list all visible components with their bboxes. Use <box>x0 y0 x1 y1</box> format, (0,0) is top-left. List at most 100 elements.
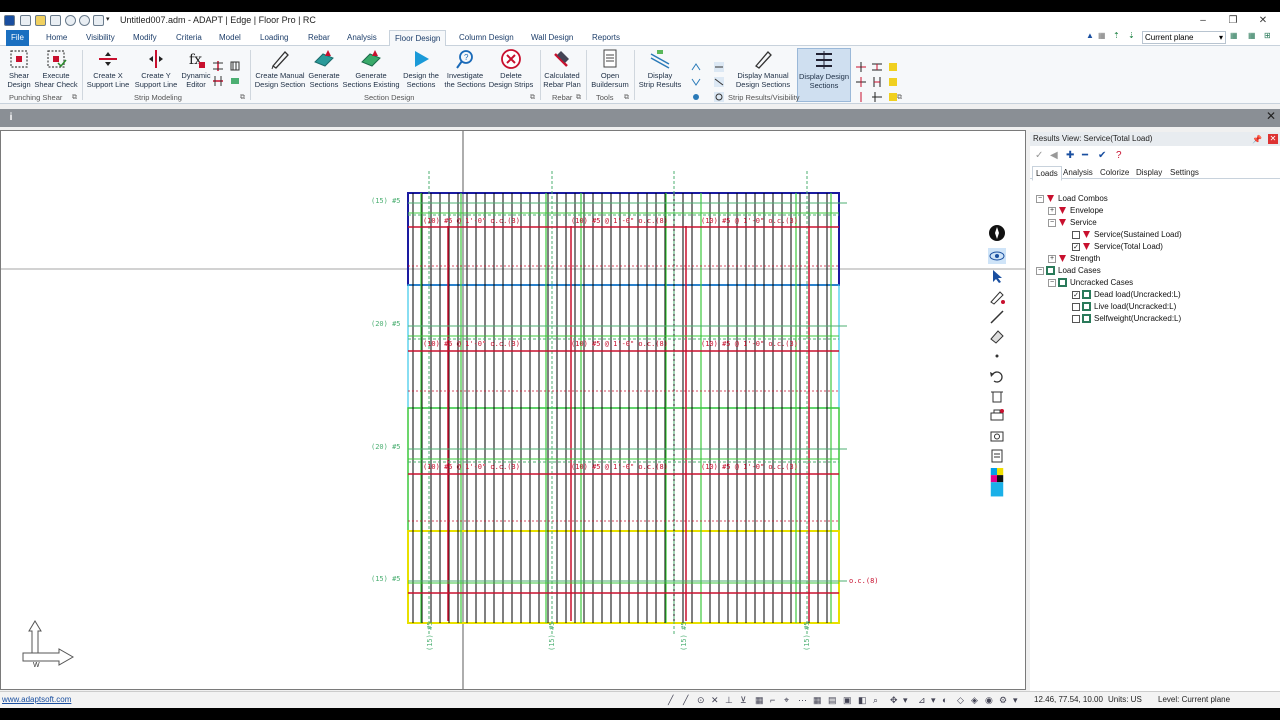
delete-icon[interactable] <box>988 388 1006 404</box>
strip-visibility-c-icon[interactable] <box>691 92 701 102</box>
tools-launcher-icon[interactable]: ⧉ <box>624 94 629 102</box>
shear-design-button[interactable]: Shear Design <box>4 48 34 89</box>
tree-item-load-combos[interactable]: − Load Combos <box>1036 193 1108 205</box>
layer-icon[interactable]: ▤ <box>828 695 837 706</box>
tab-loading[interactable]: Loading <box>255 30 293 46</box>
expand-icon[interactable]: + <box>1048 206 1056 215</box>
eraser-icon[interactable] <box>988 328 1006 344</box>
collapse-icon[interactable]: − <box>1036 266 1044 275</box>
investigate-sections-button[interactable]: ? Investigate the Sections <box>443 48 487 89</box>
tab-visibility[interactable]: Visibility <box>81 30 120 46</box>
object-snap-icon[interactable]: ⋯ <box>798 695 807 706</box>
collapse-icon[interactable]: − <box>1048 278 1056 287</box>
plane-view-icon[interactable]: ▦ <box>1230 31 1238 40</box>
tab-model[interactable]: Model <box>214 30 246 46</box>
section-vis-a-icon[interactable] <box>856 62 866 72</box>
add-icon[interactable]: ✚ <box>1066 150 1074 162</box>
section-vis-h-icon[interactable] <box>872 92 882 102</box>
strip-tool-c-icon[interactable] <box>213 76 223 86</box>
section-vis-f-icon[interactable] <box>888 77 898 87</box>
save-icon[interactable] <box>50 15 61 26</box>
level-up-icon[interactable]: ⇡ <box>1113 31 1120 40</box>
compass-icon[interactable] <box>988 222 1006 244</box>
undo-view-icon[interactable] <box>988 368 1006 384</box>
tree-item-selfweight[interactable]: Selfweight(Uncracked:L) <box>1072 313 1181 325</box>
measure-icon[interactable] <box>988 309 1006 325</box>
tab-file[interactable]: File <box>6 30 29 46</box>
point-icon[interactable] <box>988 348 1006 364</box>
arrow-up-icon[interactable]: ▲ <box>1086 31 1094 40</box>
display-manual-design-sections-button[interactable]: Display Manual Design Sections <box>734 48 792 89</box>
create-x-support-line-button[interactable]: Create X Support Line <box>86 48 130 89</box>
execute-shear-check-button[interactable]: Execute Shear Check <box>34 48 78 89</box>
display-design-sections-button[interactable]: Display Design Sections <box>797 48 851 102</box>
tab-analysis[interactable]: Analysis <box>1060 166 1096 179</box>
strip-visibility-b-icon[interactable] <box>691 77 701 87</box>
create-y-support-line-button[interactable]: Create Y Support Line <box>134 48 178 89</box>
strip-visibility-e-icon[interactable] <box>714 77 724 87</box>
elevation-view-icon[interactable]: ⊞ <box>1264 31 1271 40</box>
ortho-icon[interactable]: ⌐ <box>770 695 775 705</box>
strip-visibility-d-icon[interactable] <box>714 62 724 72</box>
apply-check-icon[interactable]: ✓ <box>1035 150 1043 162</box>
tab-display[interactable]: Display <box>1133 166 1165 179</box>
strip-tool-d-icon[interactable] <box>230 76 240 86</box>
filter-icon[interactable]: ⊿ <box>918 695 926 706</box>
tab-settings[interactable]: Settings <box>1167 166 1202 179</box>
strip-results-launcher-icon[interactable]: ⧉ <box>897 94 902 102</box>
wireframe-icon[interactable]: ◇ <box>957 695 964 706</box>
edit-pencil-icon[interactable] <box>988 289 1006 305</box>
generate-sections-existing-button[interactable]: Generate Sections Existing <box>342 48 400 89</box>
back-icon[interactable]: ◀ <box>1050 150 1058 162</box>
dropdown-icon[interactable]: ▾ <box>931 695 936 706</box>
tab-analysis[interactable]: Analysis <box>342 30 382 46</box>
tree-item-service[interactable]: − Service <box>1048 217 1097 229</box>
generate-sections-button[interactable]: Generate Sections <box>306 48 342 89</box>
help-icon[interactable]: ? <box>1116 150 1122 162</box>
visibility-toggle-icon[interactable]: ◐ <box>942 695 947 705</box>
eye-icon[interactable] <box>988 248 1006 264</box>
undo-icon[interactable] <box>65 15 76 26</box>
new-file-icon[interactable] <box>20 15 31 26</box>
snap-center-icon[interactable]: ⊙ <box>697 695 705 706</box>
delete-design-strips-button[interactable]: Delete Design Strips <box>488 48 534 89</box>
level-down-icon[interactable]: ⇣ <box>1128 31 1135 40</box>
snap-intersection-icon[interactable]: ✕ <box>711 695 719 706</box>
snap-endpoint-icon[interactable]: ╱ <box>683 695 688 706</box>
section-design-launcher-icon[interactable]: ⧉ <box>530 94 535 102</box>
section-vis-e-icon[interactable] <box>872 77 882 87</box>
tree-item-envelope[interactable]: + Envelope <box>1048 205 1103 217</box>
section-vis-d-icon[interactable] <box>856 77 866 87</box>
tree-item-strength[interactable]: + Strength <box>1048 253 1100 265</box>
website-link[interactable]: www.adaptsoft.com <box>2 695 71 704</box>
show-hide-icon[interactable]: ◉ <box>985 695 993 706</box>
dropdown-icon[interactable]: ▾ <box>1013 695 1018 706</box>
strip-modeling-launcher-icon[interactable]: ⧉ <box>240 94 245 102</box>
tab-reports[interactable]: Reports <box>587 30 625 46</box>
tab-column-design[interactable]: Column Design <box>454 30 519 46</box>
report-icon[interactable] <box>988 448 1006 464</box>
remove-icon[interactable]: ━ <box>1082 150 1088 162</box>
slab-drawing[interactable]: (15) #5 (20) #5 (20) #5 (15) #5 (10) #5 … <box>1 131 1025 689</box>
checkbox-live-load[interactable] <box>1072 302 1080 311</box>
check-all-icon[interactable]: ✔ <box>1098 150 1106 162</box>
render-icon[interactable]: ◧ <box>858 695 867 706</box>
close-window-button[interactable]: ✕ <box>1256 14 1270 28</box>
pan-icon[interactable]: ✥ <box>890 695 898 706</box>
grid-view-icon[interactable]: ▦ <box>1248 31 1256 40</box>
tree-item-service-total[interactable]: ✓ Service(Total Load) <box>1072 241 1163 253</box>
checkbox-service-sustained[interactable] <box>1072 230 1080 239</box>
minimize-button[interactable]: – <box>1196 14 1210 28</box>
checkbox-selfweight[interactable] <box>1072 314 1080 323</box>
quick-access-dropdown-icon[interactable]: ▾ <box>106 15 114 26</box>
strip-tool-a-icon[interactable] <box>213 61 223 71</box>
calculated-rebar-plan-button[interactable]: Calculated Rebar Plan <box>542 48 582 89</box>
section-vis-b-icon[interactable] <box>872 62 882 72</box>
print-icon[interactable] <box>93 15 104 26</box>
dynamic-editor-button[interactable]: fx Dynamic Editor <box>180 48 212 89</box>
tree-item-uncracked-cases[interactable]: − Uncracked Cases <box>1048 277 1133 289</box>
strip-tool-b-icon[interactable] <box>230 61 240 71</box>
pin-icon[interactable]: 📌 <box>1252 133 1262 147</box>
tab-criteria[interactable]: Criteria <box>171 30 207 46</box>
open-folder-icon[interactable] <box>35 15 46 26</box>
